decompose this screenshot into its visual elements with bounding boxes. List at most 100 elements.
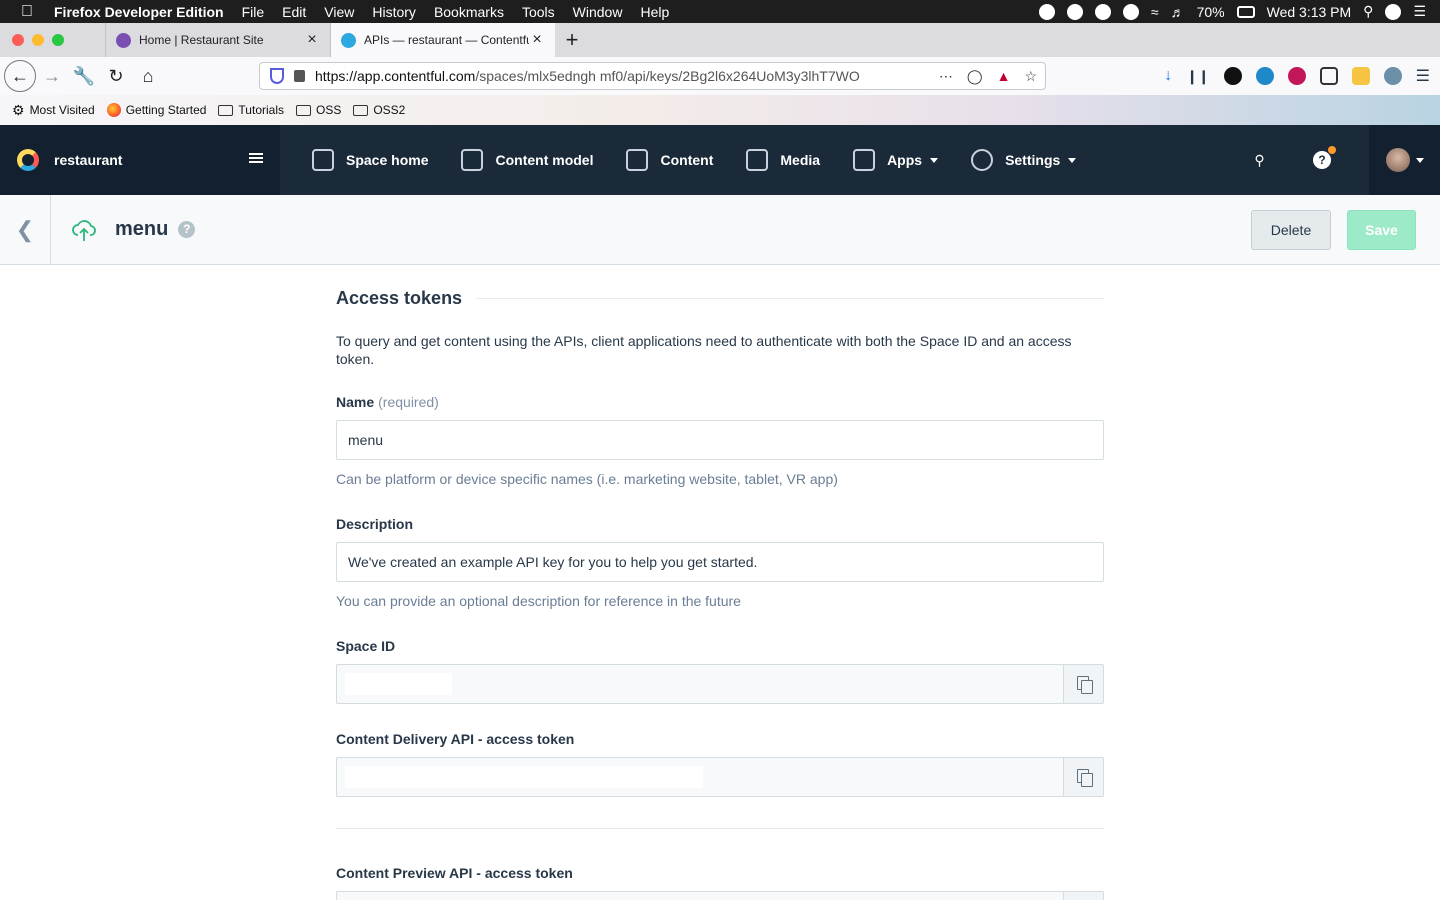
space-name: restaurant [54,152,123,168]
copy-cda-token-button[interactable] [1063,758,1103,796]
space-id-field[interactable] [336,664,1104,704]
extension-icon[interactable] [1287,67,1306,85]
tab-contentful-apis[interactable]: APIs — restaurant — Contentful × [330,23,555,57]
control-center-icon[interactable]: ☰ [1413,3,1426,20]
cda-token-value[interactable] [337,758,1063,796]
contentful-logo-icon [17,149,39,171]
menu-tools[interactable]: Tools [513,4,564,20]
bookmark-oss2[interactable]: OSS2 [353,103,405,117]
apple-icon[interactable]:  [0,3,54,21]
menu-edit[interactable]: Edit [273,4,315,20]
menu-icon[interactable]: ☰ [1416,66,1430,86]
siri-icon[interactable] [1385,3,1402,20]
close-tab-icon[interactable]: × [529,31,545,49]
minimize-window-icon[interactable] [32,34,44,46]
tab-strip: Home | Restaurant Site × APIs — restaura… [0,23,1440,57]
nav-settings[interactable]: Settings [971,149,1109,171]
hamburger-icon[interactable] [249,153,263,163]
cpa-token-field[interactable] [336,891,1104,900]
description-input[interactable]: We've created an example API key for you… [336,542,1104,582]
home-button[interactable]: ⌂ [132,60,164,92]
downloads-icon[interactable]: ↓ [1164,67,1172,85]
nav-media[interactable]: Media [746,149,853,171]
clock[interactable]: Wed 3:13 PM [1267,4,1352,20]
time-machine-icon[interactable] [1122,3,1139,20]
nav-apps[interactable]: Apps [853,149,971,171]
copy-cpa-token-button[interactable] [1063,892,1103,900]
url-bar[interactable]: https://app.contentful.com/spaces/mlx5ed… [259,62,1046,90]
wrench-icon[interactable]: 🔧 [68,60,100,92]
help-icon[interactable]: ? [178,221,196,238]
search-icon[interactable]: ⚲ [1230,152,1289,169]
page-actions-icon[interactable]: ⋯ [939,68,953,85]
browser-toolbar: ← → 🔧 ↻ ⌂ https://app.contentful.com/spa… [0,57,1440,95]
cpa-token-value[interactable] [337,892,1063,900]
menu-history[interactable]: History [363,4,425,20]
creative-cloud-icon[interactable] [1094,3,1111,20]
library-icon[interactable]: ❙❙ [1186,68,1209,85]
tab-home-restaurant[interactable]: Home | Restaurant Site × [105,23,330,57]
space-id-value[interactable] [337,665,1063,703]
bookmark-tutorials[interactable]: Tutorials [218,103,284,117]
menu-help[interactable]: Help [631,4,678,20]
nav-content-model[interactable]: Content model [461,149,626,171]
app-name-menu[interactable]: Firefox Developer Edition [54,4,233,20]
nav-label: Media [780,152,821,168]
back-chevron-button[interactable]: ❮ [0,194,51,265]
reader-icon[interactable] [1319,67,1338,85]
spotlight-icon[interactable]: ⚲ [1363,3,1373,20]
avatar [1385,148,1410,172]
wifi-icon[interactable]: ≈ [1151,4,1159,20]
reload-button[interactable]: ↻ [100,60,132,92]
redacted-value [345,673,452,695]
copy-space-id-button[interactable] [1063,665,1103,703]
zoom-window-icon[interactable] [52,34,64,46]
nav-content[interactable]: Content [626,149,746,171]
contentful-favicon-icon [341,32,356,48]
pocket-icon[interactable]: ◯ [967,68,983,85]
name-label: Name (required) [336,394,439,410]
menu-view[interactable]: View [315,4,363,20]
docker-icon[interactable] [1066,3,1083,20]
cda-token-label: Content Delivery API - access token [336,731,575,747]
bookmark-most-visited[interactable]: ⚙ Most Visited [12,102,95,119]
angular-icon[interactable]: ▲ [997,68,1011,84]
url-text[interactable]: https://app.contentful.com/spaces/mlx5ed… [315,68,939,84]
bookmark-star-icon[interactable]: ☆ [1024,68,1037,85]
extensions: ↓ ❙❙ ☰ [1164,66,1430,86]
url-host: https://app.contentful.com [315,68,476,84]
extension-icon[interactable] [1383,67,1402,85]
forward-button[interactable]: → [36,60,68,92]
battery-icon[interactable] [1236,5,1255,18]
home-icon [312,149,334,171]
nav-space-home[interactable]: Space home [312,149,461,171]
account-menu[interactable] [1369,125,1440,195]
bookmark-getting-started[interactable]: Getting Started [106,103,206,117]
menu-file[interactable]: File [233,4,274,20]
back-button[interactable]: ← [4,60,36,92]
extension-icon[interactable] [1223,67,1242,85]
cloud-upload-icon [72,219,96,241]
name-input[interactable]: menu [336,420,1104,460]
bookmark-oss[interactable]: OSS [296,103,341,117]
nav-label: Content model [495,152,594,168]
delete-button[interactable]: Delete [1251,210,1331,250]
extension-icon[interactable] [1351,67,1370,85]
save-button[interactable]: Save [1347,210,1416,250]
tracking-shield-icon[interactable] [270,68,284,84]
new-tab-button[interactable]: + [555,23,589,57]
cda-token-field[interactable] [336,757,1104,797]
extension-icon[interactable] [1255,67,1274,85]
lock-icon[interactable] [294,70,305,82]
close-tab-icon[interactable]: × [304,31,320,49]
space-id-label: Space ID [336,638,396,654]
close-window-icon[interactable] [12,34,24,46]
space-switcher[interactable]: restaurant [0,125,280,195]
volume-icon[interactable]: ♬ [1171,4,1185,20]
menu-window[interactable]: Window [564,4,632,20]
image-icon [746,149,769,171]
section-header: Access tokens [336,288,1104,309]
help-icon[interactable]: ? [1313,146,1336,169]
check-icon[interactable] [1038,3,1055,20]
menu-bookmarks[interactable]: Bookmarks [425,4,513,20]
